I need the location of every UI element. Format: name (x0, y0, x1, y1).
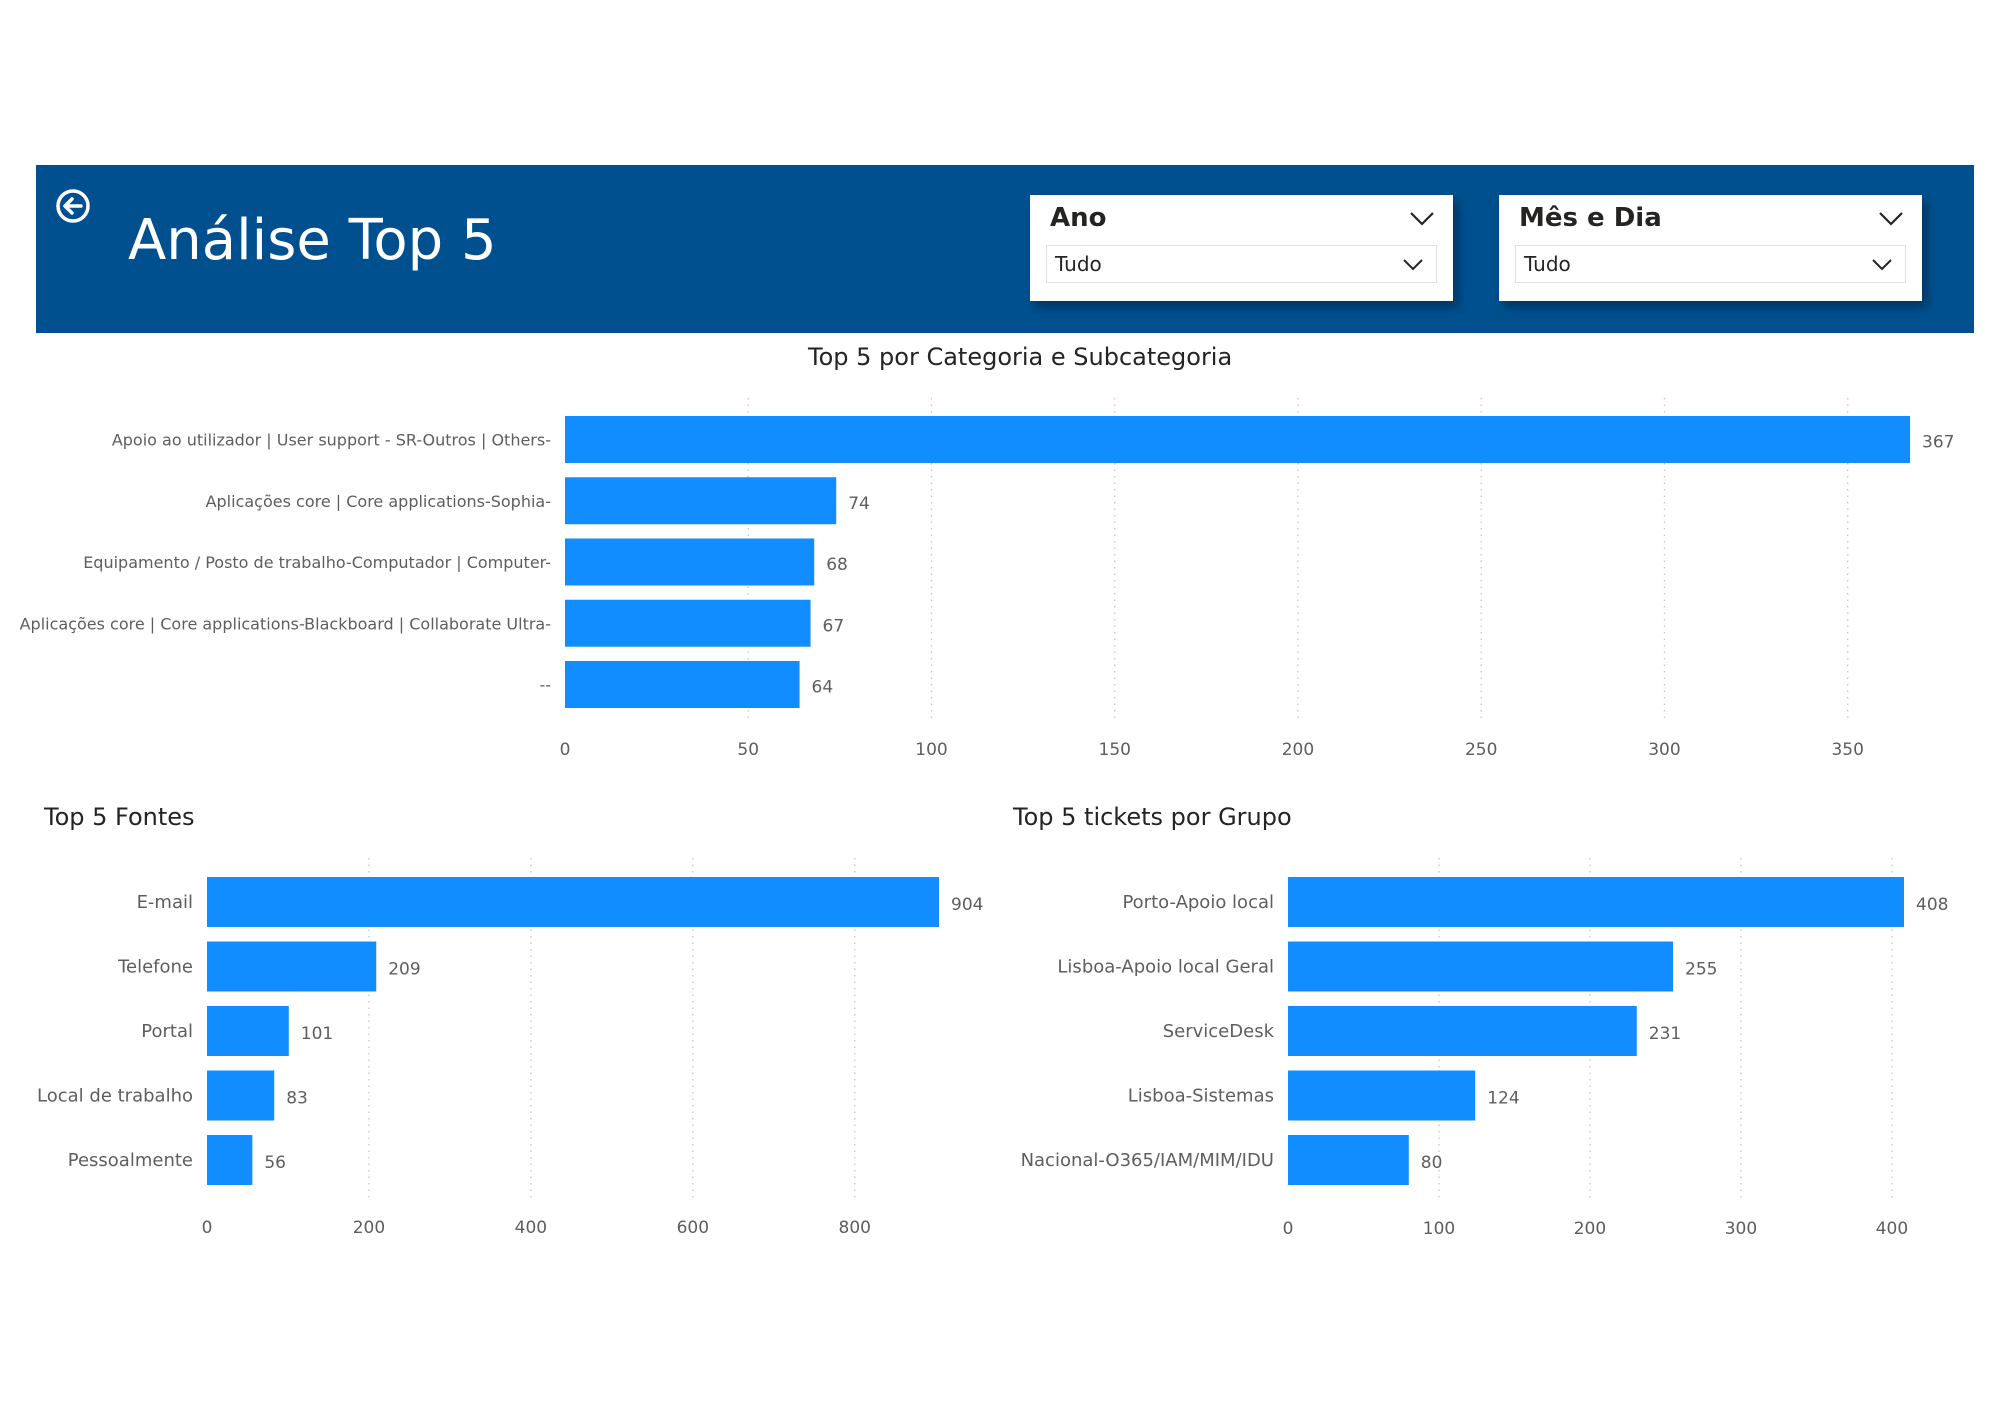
grupo-category-label: ServiceDesk (1163, 1021, 1275, 1042)
grupo-x-tick-label: 200 (1574, 1219, 1606, 1239)
grupo-data-label: 124 (1487, 1089, 1519, 1109)
chart-top5-grupo: 0 100 200 300 400 Porto-Apoio local 408 Lisboa-… (1021, 858, 1948, 1239)
grupo-data-label: 231 (1649, 1024, 1681, 1044)
grupo-data-label: 255 (1685, 960, 1717, 980)
grupo-category-label: Lisboa-Apoio local Geral (1057, 957, 1274, 978)
grupo-bar[interactable] (1288, 941, 1673, 992)
grupo-bar[interactable] (1288, 877, 1904, 927)
grupo-category-label: Nacional-O365/IAM/MIM/IDU (1021, 1150, 1274, 1171)
grupo-bar[interactable] (1288, 1070, 1476, 1121)
grupo-bar[interactable] (1288, 1135, 1409, 1185)
grupo-x-tick-label: 400 (1876, 1219, 1908, 1239)
grupo-x-tick-label: 0 (1283, 1219, 1294, 1239)
grupo-category-label: Lisboa-Sistemas (1128, 1086, 1274, 1107)
grupo-x-tick-label: 300 (1725, 1219, 1757, 1239)
grupo-data-label: 408 (1916, 895, 1948, 915)
grupo-category-label: Porto-Apoio local (1122, 892, 1274, 913)
grupo-x-tick-label: 100 (1423, 1219, 1455, 1239)
grupo-bar[interactable] (1288, 1006, 1637, 1056)
grupo-data-label: 80 (1421, 1153, 1443, 1173)
